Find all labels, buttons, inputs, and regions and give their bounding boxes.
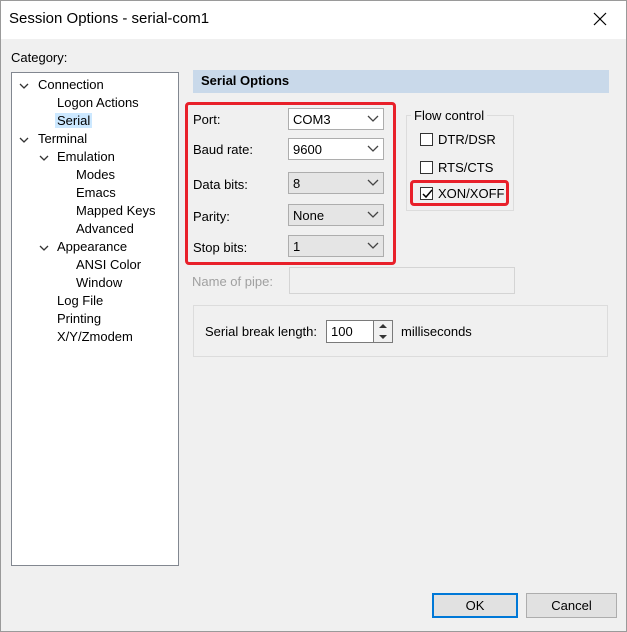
tree-item-advanced[interactable]: Advanced	[74, 220, 136, 238]
tree-item-emacs[interactable]: Emacs	[74, 184, 118, 202]
rts-cts-label[interactable]: RTS/CTS	[438, 160, 493, 175]
tree-item-mapped-keys[interactable]: Mapped Keys	[74, 202, 158, 220]
serial-break-value: 100	[331, 324, 353, 339]
serial-break-input[interactable]: 100	[326, 320, 374, 343]
close-icon	[593, 12, 607, 26]
tree-item-log-file[interactable]: Log File	[55, 292, 105, 310]
xon-xoff-highlight	[410, 180, 509, 206]
chevron-down-icon[interactable]	[39, 153, 49, 163]
section-title: Serial Options	[201, 73, 290, 88]
tree-item-connection[interactable]: Connection	[36, 76, 106, 94]
tree-item-modes[interactable]: Modes	[74, 166, 117, 184]
serial-options-header: Serial Options	[193, 70, 609, 93]
pipe-name-label: Name of pipe:	[192, 274, 273, 289]
pipe-name-input[interactable]	[289, 267, 515, 294]
title-bar: Session Options - serial-com1	[1, 1, 626, 39]
chevron-down-icon[interactable]	[19, 135, 29, 145]
chevron-down-icon[interactable]	[39, 243, 49, 253]
tree-item-emulation[interactable]: Emulation	[55, 148, 117, 166]
dtr-dsr-checkbox[interactable]	[420, 133, 433, 146]
tree-item-terminal[interactable]: Terminal	[36, 130, 89, 148]
tree-item-xyzmodem[interactable]: X/Y/Zmodem	[55, 328, 135, 346]
tree-item-ansi-color[interactable]: ANSI Color	[74, 256, 143, 274]
session-options-dialog: Session Options - serial-com1 Category: …	[0, 0, 627, 632]
rts-cts-checkbox[interactable]	[420, 161, 433, 174]
chevron-down-icon[interactable]	[19, 81, 29, 91]
window-title: Session Options - serial-com1	[9, 10, 210, 27]
spin-down-icon[interactable]	[374, 332, 392, 342]
flow-control-title: Flow control	[411, 108, 488, 123]
tree-item-logon-actions[interactable]: Logon Actions	[55, 94, 141, 112]
ok-button[interactable]: OK	[432, 593, 518, 618]
port-settings-highlight	[185, 102, 396, 265]
tree-item-printing[interactable]: Printing	[55, 310, 103, 328]
serial-break-spinner	[373, 320, 393, 343]
tree-item-window[interactable]: Window	[74, 274, 124, 292]
close-button[interactable]	[588, 7, 612, 31]
category-label: Category:	[11, 50, 68, 65]
serial-break-label: Serial break length:	[205, 324, 318, 339]
spin-up-icon[interactable]	[374, 321, 392, 331]
dtr-dsr-label[interactable]: DTR/DSR	[438, 132, 496, 147]
category-tree[interactable]: Connection Logon Actions Serial Terminal…	[11, 72, 179, 566]
tree-item-serial[interactable]: Serial	[55, 112, 93, 130]
cancel-button[interactable]: Cancel	[526, 593, 617, 618]
tree-item-appearance[interactable]: Appearance	[55, 238, 129, 256]
serial-break-unit: milliseconds	[401, 324, 472, 339]
